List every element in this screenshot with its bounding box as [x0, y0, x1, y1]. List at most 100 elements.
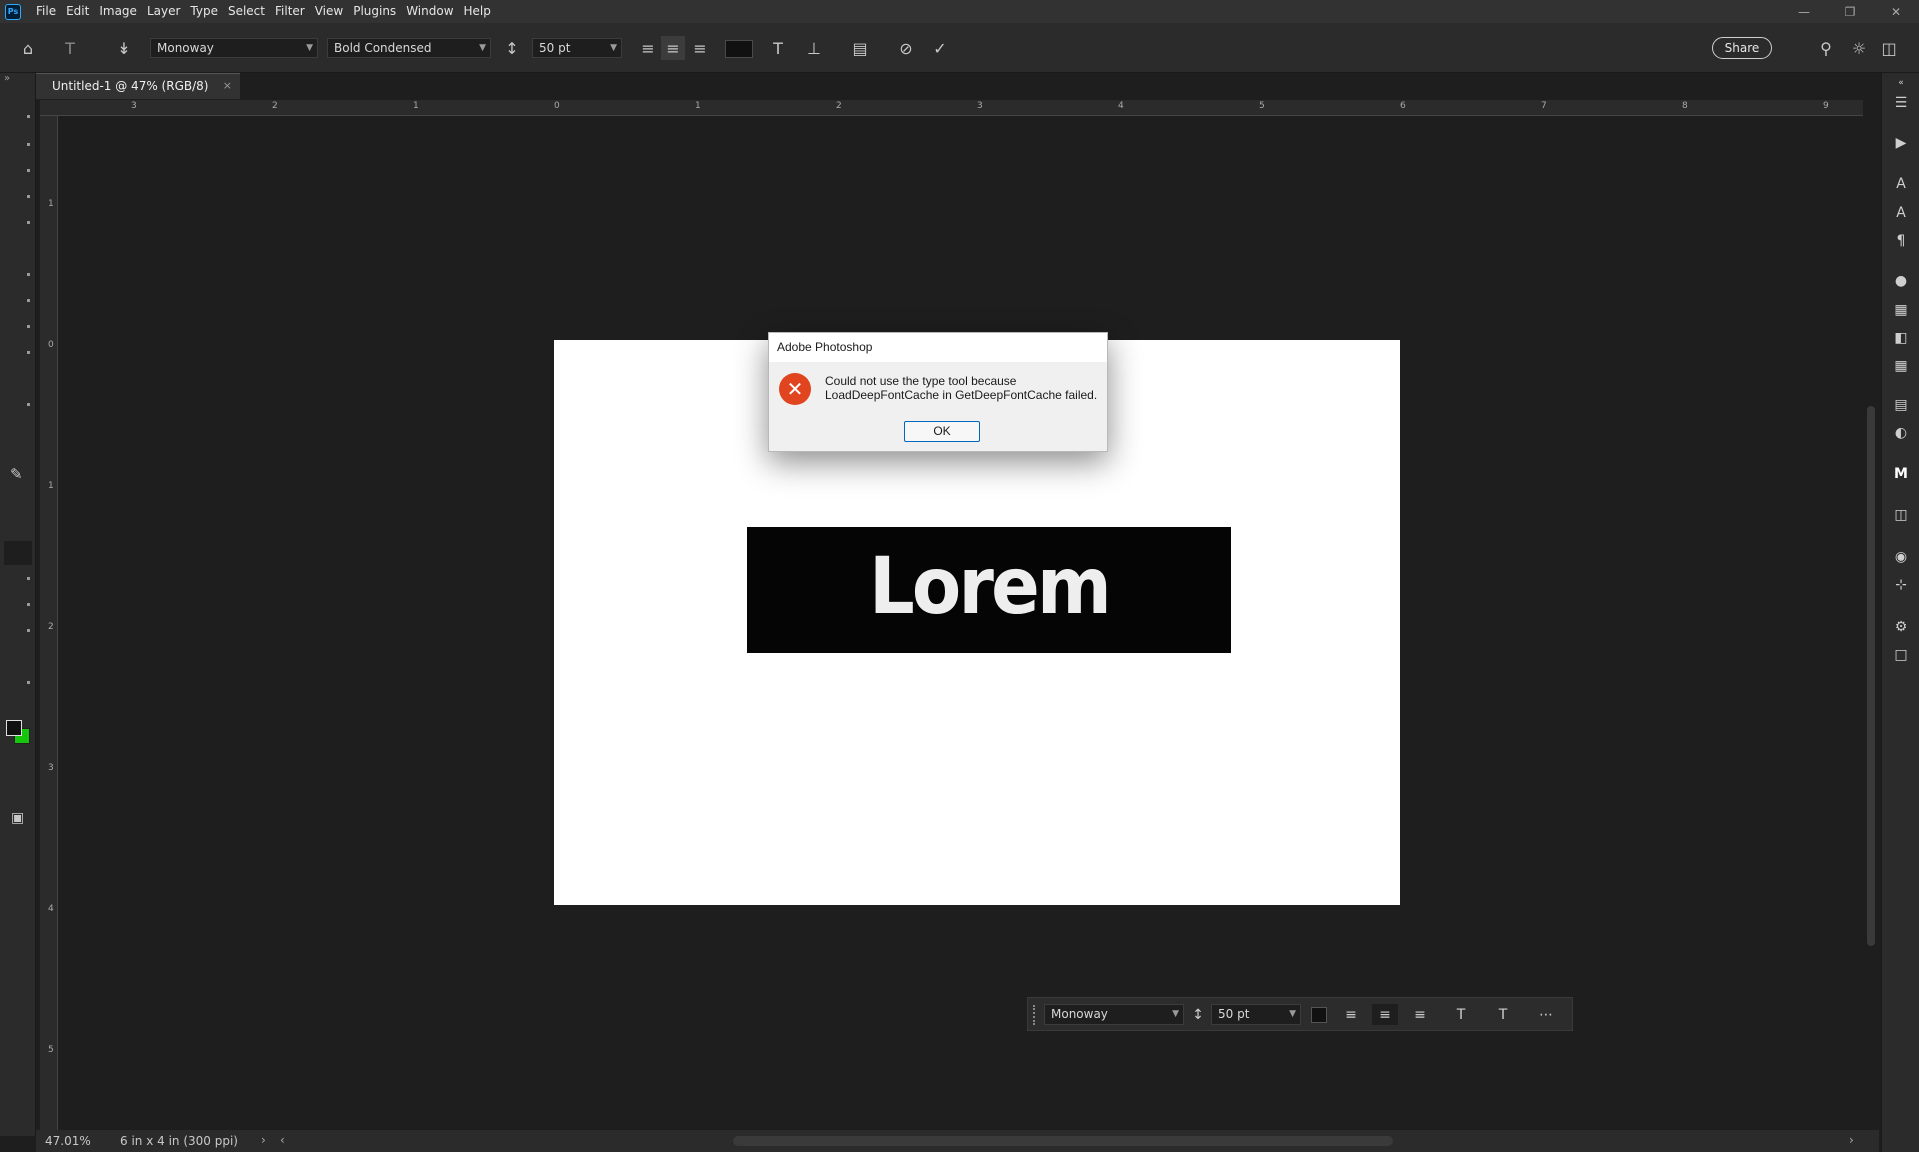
text-color-swatch[interactable] [725, 40, 753, 58]
search-icon[interactable]: ⚲ [1814, 36, 1838, 60]
tool-group-marker [27, 629, 30, 632]
collapse-panels-icon[interactable]: « [1891, 73, 1911, 93]
warp-text-icon[interactable]: T [1448, 1004, 1474, 1025]
menu-edit[interactable]: Edit [61, 0, 94, 23]
share-button[interactable]: Share [1712, 37, 1772, 59]
paths-icon[interactable]: ⊹ [1891, 575, 1911, 595]
tool-group-marker [27, 299, 30, 302]
libraries-icon[interactable]: ▤ [1891, 395, 1911, 415]
menu-select[interactable]: Select [223, 0, 270, 23]
properties-icon[interactable]: ⚙ [1891, 617, 1911, 637]
character-panel-icon[interactable]: ▤ [848, 36, 872, 60]
font-size-select[interactable]: 50 pt ▼ [532, 38, 622, 58]
minimize-icon[interactable]: — [1781, 0, 1827, 23]
cancel-edits-icon[interactable]: ⊘ [894, 36, 918, 60]
glyphs-icon[interactable]: A [1891, 203, 1911, 223]
more-options-icon[interactable]: ⋯ [1533, 1004, 1559, 1025]
scroll-left-icon[interactable]: ‹ [280, 1133, 285, 1147]
ruler-v-label: 3 [48, 763, 54, 773]
font-style-value: Bold Condensed [334, 41, 432, 55]
align-left-icon[interactable]: ≡ [636, 36, 660, 60]
align-right-icon[interactable]: ≡ [1407, 1004, 1433, 1025]
tab-untitled-1[interactable]: Untitled-1 @ 47% (RGB/8) × [36, 73, 240, 99]
menu-layer[interactable]: Layer [142, 0, 185, 23]
menu-window[interactable]: Window [401, 0, 458, 23]
ruler-v-label: 2 [48, 622, 54, 632]
ruler-h-label: 5 [1259, 101, 1265, 111]
history-icon[interactable]: ◫ [1891, 505, 1911, 525]
align-right-icon[interactable]: ≡ [688, 36, 712, 60]
menu-help[interactable]: Help [459, 0, 496, 23]
horizontal-scrollbar[interactable] [733, 1136, 1393, 1146]
menu-type[interactable]: Type [185, 0, 223, 23]
menu-plugins[interactable]: Plugins [348, 0, 401, 23]
layers-icon[interactable]: ☰ [1891, 93, 1911, 113]
text-options-icon[interactable]: T [1490, 1004, 1516, 1025]
ruler-v-label: 0 [48, 340, 54, 350]
drag-handle-icon[interactable] [1033, 1005, 1037, 1025]
dialog-message-line-2: LoadDeepFontCache in GetDeepFontCache fa… [825, 388, 1098, 402]
character-icon[interactable]: A [1891, 174, 1911, 194]
scroll-right-icon[interactable]: › [1849, 1133, 1854, 1147]
comments-icon[interactable]: □ [1891, 645, 1911, 665]
ctx-text-color-swatch[interactable] [1311, 1007, 1327, 1023]
error-icon: ✕ [779, 373, 811, 405]
align-center-icon[interactable]: ≡ [661, 36, 685, 60]
actions-play-icon[interactable]: ▶ [1891, 133, 1911, 153]
left-toolbar: » ✎ ▣ [0, 73, 36, 1136]
type-tool-icon[interactable] [4, 541, 32, 565]
restore-icon[interactable]: ❐ [1827, 0, 1873, 23]
channels-icon[interactable]: ◉ [1891, 547, 1911, 567]
toggle-text-orientation-icon[interactable]: ↡ [112, 36, 136, 60]
adjustments-icon[interactable]: ◐ [1891, 423, 1911, 443]
patterns-icon[interactable]: ▦ [1891, 356, 1911, 376]
m-plugin-icon[interactable]: M [1891, 464, 1911, 484]
discover-icon[interactable]: ☼ [1847, 36, 1871, 60]
scrollbar-thumb[interactable] [1867, 406, 1875, 946]
chevron-down-icon: ▼ [479, 43, 486, 53]
vertical-scrollbar[interactable] [1864, 116, 1879, 1130]
menu-file[interactable]: File [31, 0, 61, 23]
brush-tool-icon[interactable]: ✎ [10, 465, 23, 483]
chevron-down-icon: ▼ [1172, 1009, 1179, 1019]
ctx-font-family-select[interactable]: Monoway ▼ [1044, 1004, 1184, 1025]
dialog-message-line-1: Could not use the type tool because [825, 374, 1017, 388]
font-size-icon: ↕ [1192, 1006, 1204, 1023]
font-family-value: Monoway [157, 41, 214, 55]
document-info: 6 in x 4 in (300 ppi) [120, 1134, 238, 1148]
ruler-v-label: 1 [48, 481, 54, 491]
ruler-h-label: 2 [272, 101, 278, 111]
color-palette-icon[interactable]: ● [1891, 271, 1911, 291]
ruler-h-label: 8 [1682, 101, 1688, 111]
menu-filter[interactable]: Filter [270, 0, 310, 23]
ruler-v-label: 1 [48, 199, 54, 209]
font-family-select[interactable]: Monoway ▼ [150, 38, 318, 58]
options-bar: ⌂ T ↡ Monoway ▼ Bold Condensed ▼ ↕ 50 pt… [0, 23, 1919, 73]
tool-group-marker [27, 169, 30, 172]
commit-edits-icon[interactable]: ✓ [928, 36, 952, 60]
home-icon[interactable]: ⌂ [16, 36, 40, 60]
text-on-path-icon[interactable]: ⊥ [802, 36, 826, 60]
swatches-icon[interactable]: ▦ [1891, 300, 1911, 320]
menu-view[interactable]: View [310, 0, 348, 23]
ctx-font-size-select[interactable]: 50 pt ▼ [1211, 1004, 1301, 1025]
warp-text-icon[interactable]: T [766, 36, 790, 60]
menu-image[interactable]: Image [94, 0, 142, 23]
type-tool-preset-icon[interactable]: T [58, 36, 82, 60]
status-menu-arrow[interactable]: › [261, 1133, 266, 1147]
quick-mask-icon[interactable]: ▣ [11, 810, 24, 826]
workspace-icon[interactable]: ◫ [1877, 36, 1901, 60]
paragraph-icon[interactable]: ¶ [1891, 231, 1911, 251]
font-style-select[interactable]: Bold Condensed ▼ [327, 38, 491, 58]
close-tab-icon[interactable]: × [223, 74, 232, 98]
align-center-icon[interactable]: ≡ [1372, 1004, 1398, 1025]
zoom-level[interactable]: 47.01% [45, 1134, 91, 1148]
align-left-icon[interactable]: ≡ [1338, 1004, 1364, 1025]
text-layer[interactable]: Lorem Ipsum [747, 527, 1231, 653]
foreground-color-swatch[interactable] [6, 720, 22, 736]
font-size-value: 50 pt [539, 41, 571, 55]
gradients-icon[interactable]: ◧ [1891, 328, 1911, 348]
expand-toolbar-icon[interactable]: » [4, 73, 10, 84]
ok-button[interactable]: OK [904, 421, 980, 442]
close-window-icon[interactable]: ✕ [1873, 0, 1919, 23]
